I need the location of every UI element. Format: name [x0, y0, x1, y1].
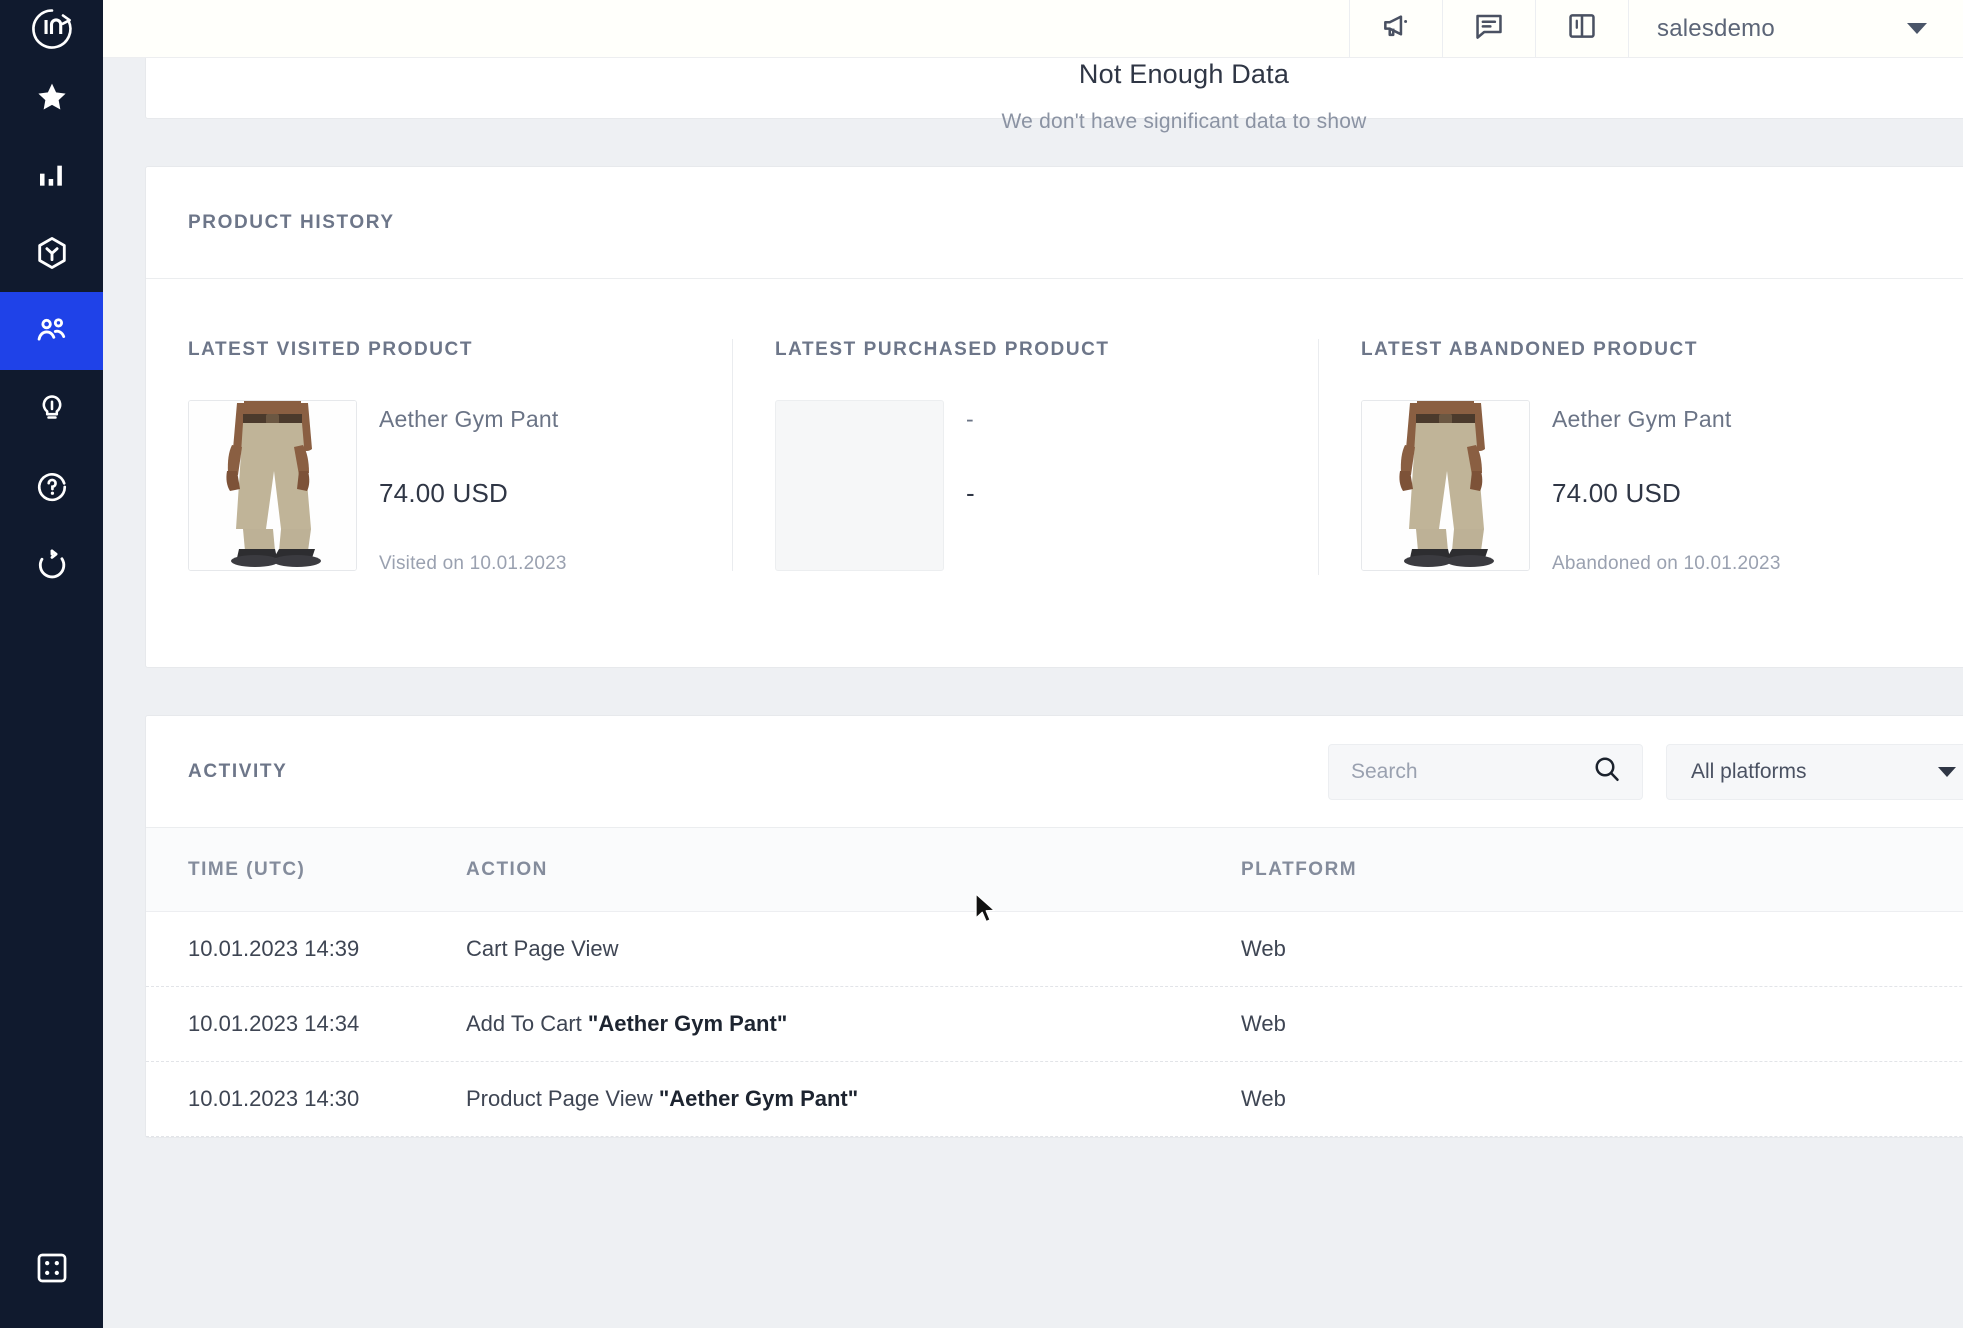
cell-platform: Web — [1241, 1086, 1541, 1112]
sidebar-item-favorites[interactable] — [0, 58, 103, 136]
search-icon[interactable] — [1592, 754, 1622, 789]
column-header-action: ACTION — [466, 859, 1241, 881]
product-history-header: PRODUCT HISTORY — [146, 167, 1963, 279]
megaphone-icon — [1380, 10, 1412, 47]
product-row: - - — [775, 400, 1318, 571]
search-input[interactable] — [1351, 760, 1592, 784]
main-sidebar — [0, 0, 103, 1328]
cell-platform: Web — [1241, 1011, 1541, 1037]
product-details: - - — [944, 400, 1318, 553]
product-name: Aether Gym Pant — [379, 406, 732, 433]
latest-visited-product-column: LATEST VISITED PRODUCT — [146, 339, 732, 575]
cell-time: 10.01.2023 14:39 — [146, 936, 466, 962]
activity-header: ACTIVITY All platfo — [146, 716, 1963, 828]
product-row: Aether Gym Pant 74.00 USD Abandoned on 1… — [1361, 400, 1904, 575]
account-switcher[interactable]: salesdemo — [1628, 0, 1963, 57]
empty-state-subtitle: We don't have significant data to show — [1002, 110, 1367, 134]
table-row[interactable]: 10.01.2023 14:30 Product Page View "Aeth… — [146, 1062, 1963, 1137]
product-thumbnail-empty — [775, 400, 944, 571]
product-history-body: LATEST VISITED PRODUCT — [146, 279, 1963, 667]
action-text: Cart Page View — [466, 936, 618, 961]
activity-table: TIME (UTC) ACTION PLATFORM 10.01.2023 14… — [146, 828, 1963, 1137]
cell-action: Cart Page View — [466, 936, 1241, 962]
top-bar: salesdemo — [103, 0, 1963, 58]
sidebar-item-apps[interactable] — [0, 1208, 103, 1328]
product-history-card: PRODUCT HISTORY LATEST VISITED PRODUCT — [145, 166, 1963, 668]
sidebar-spacer — [0, 604, 103, 1208]
table-row[interactable]: 10.01.2023 14:34 Add To Cart "Aether Gym… — [146, 987, 1963, 1062]
column-header-time: TIME (UTC) — [146, 859, 466, 881]
latest-abandoned-product-column: LATEST ABANDONED PRODUCT — [1318, 339, 1904, 575]
column-label: LATEST VISITED PRODUCT — [188, 339, 732, 361]
action-text: Product Page View — [466, 1086, 659, 1111]
sidebar-item-products[interactable] — [0, 214, 103, 292]
product-thumbnail[interactable] — [188, 400, 357, 571]
people-icon — [34, 313, 70, 349]
action-product: "Aether Gym Pant" — [659, 1086, 858, 1111]
cube-icon — [34, 235, 70, 271]
platform-filter-select[interactable]: All platforms — [1666, 744, 1963, 800]
cell-action: Add To Cart "Aether Gym Pant" — [466, 1011, 1241, 1037]
product-details: Aether Gym Pant 74.00 USD Visited on 10.… — [357, 400, 732, 575]
product-row: Aether Gym Pant 74.00 USD Visited on 10.… — [188, 400, 732, 575]
product-name: Aether Gym Pant — [1552, 406, 1904, 433]
sidebar-item-sync[interactable] — [0, 526, 103, 604]
content-area: salesdemo Not Enough Data We don't have … — [103, 0, 1963, 1328]
account-name: salesdemo — [1657, 15, 1775, 43]
bar-chart-icon — [36, 159, 68, 191]
app-root: salesdemo Not Enough Data We don't have … — [0, 0, 1963, 1328]
sidebar-item-help[interactable] — [0, 448, 103, 526]
insider-logo-icon — [30, 7, 74, 51]
column-header-platform: PLATFORM — [1241, 859, 1541, 881]
cell-action: Product Page View "Aether Gym Pant" — [466, 1086, 1241, 1112]
activity-controls: All platforms 12.1 — [1328, 744, 1963, 800]
search-input-wrapper[interactable] — [1328, 744, 1643, 800]
question-circle-icon — [35, 470, 69, 504]
cell-time: 10.01.2023 14:34 — [146, 1011, 466, 1037]
sidebar-item-analytics[interactable] — [0, 136, 103, 214]
empty-state-title: Not Enough Data — [1079, 59, 1289, 90]
table-header-row: TIME (UTC) ACTION PLATFORM — [146, 828, 1963, 912]
product-details: Aether Gym Pant 74.00 USD Abandoned on 1… — [1530, 400, 1904, 575]
grid-apps-icon — [35, 1251, 69, 1285]
cell-time: 10.01.2023 14:30 — [146, 1086, 466, 1112]
table-row[interactable]: 10.01.2023 14:39 Cart Page View Web — [146, 912, 1963, 987]
column-label: LATEST ABANDONED PRODUCT — [1361, 339, 1904, 361]
product-history-title: PRODUCT HISTORY — [188, 212, 395, 234]
chat-icon — [1473, 10, 1505, 47]
action-text: Add To Cart — [466, 1011, 588, 1036]
product-date: Visited on 10.01.2023 — [379, 553, 732, 575]
messages-button[interactable] — [1442, 0, 1535, 57]
star-icon — [35, 80, 69, 114]
product-price: 74.00 USD — [1552, 478, 1904, 509]
product-thumbnail[interactable] — [1361, 400, 1530, 571]
product-price: 74.00 USD — [379, 478, 732, 509]
sidebar-item-logo[interactable] — [0, 0, 103, 58]
sidebar-item-insights[interactable] — [0, 370, 103, 448]
sidebar-item-audience[interactable] — [0, 292, 103, 370]
chevron-down-icon — [1938, 767, 1956, 777]
column-label: LATEST PURCHASED PRODUCT — [775, 339, 1318, 361]
docs-button[interactable] — [1535, 0, 1628, 57]
activity-title: ACTIVITY — [188, 761, 287, 783]
refresh-icon — [35, 548, 69, 582]
book-icon — [1566, 10, 1598, 47]
chevron-down-icon — [1907, 23, 1927, 34]
product-date: Abandoned on 10.01.2023 — [1552, 553, 1904, 575]
platform-filter-value: All platforms — [1691, 760, 1807, 784]
activity-card: ACTIVITY All platfo — [145, 715, 1963, 1138]
action-product: "Aether Gym Pant" — [588, 1011, 787, 1036]
latest-purchased-product-column: LATEST PURCHASED PRODUCT - - — [732, 339, 1318, 571]
announcements-button[interactable] — [1349, 0, 1442, 57]
cell-platform: Web — [1241, 936, 1541, 962]
product-price: - — [966, 478, 1318, 509]
page-content: Not Enough Data We don't have significan… — [103, 58, 1963, 1328]
lightbulb-icon — [36, 393, 68, 425]
product-name: - — [966, 406, 1318, 433]
